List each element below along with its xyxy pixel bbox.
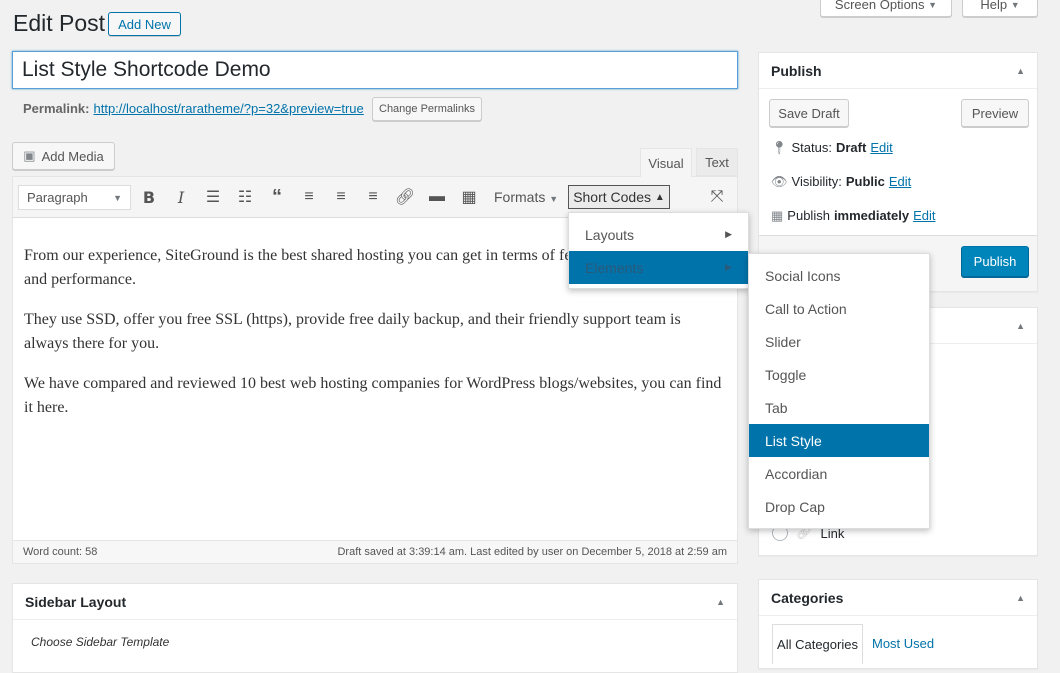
collapse-icon[interactable]: ▲ (1016, 593, 1025, 603)
bullet-list-icon[interactable]: ☰ (202, 186, 224, 208)
page-title: Edit Post (13, 10, 106, 36)
visibility-value: Public (845, 174, 885, 189)
add-media-button[interactable]: ▣ Add Media (12, 142, 115, 170)
menu-item-layouts[interactable]: Layouts ▶ (569, 218, 748, 251)
submenu-item[interactable]: Slider (749, 325, 929, 358)
tab-visual[interactable]: Visual (640, 148, 692, 177)
collapse-icon[interactable]: ▲ (1016, 321, 1025, 331)
add-new-button[interactable]: Add New (108, 12, 181, 36)
save-draft-button[interactable]: Save Draft (769, 99, 849, 127)
menu-item-label: Elements (585, 259, 644, 276)
word-count: Word count: 58 (23, 546, 98, 558)
submenu-item[interactable]: Call to Action (749, 292, 929, 325)
tab-most-used[interactable]: Most Used (872, 636, 934, 651)
link-icon[interactable]: 🔗︎ (394, 186, 416, 208)
submenu-item-selected[interactable]: List Style (749, 424, 929, 457)
preview-button[interactable]: Preview (961, 99, 1029, 127)
schedule-value: immediately (833, 208, 910, 223)
edit-status-link[interactable]: Edit (870, 140, 892, 156)
add-media-label: Add Media (41, 148, 104, 164)
sidebar-layout-box: Sidebar Layout ▲ Choose Sidebar Template (12, 583, 738, 673)
autosave-status: Draft saved at 3:39:14 am. Last edited b… (337, 546, 727, 558)
numbered-list-icon[interactable]: ☷ (234, 186, 256, 208)
choose-sidebar-label: Choose Sidebar Template (31, 635, 170, 649)
tab-all-categories[interactable]: All Categories (772, 624, 863, 664)
permalink-label: Permalink: (23, 101, 90, 116)
formats-label: Formats (494, 189, 546, 205)
caret-down-icon: ▼ (549, 194, 559, 204)
editor-footer: Word count: 58 Draft saved at 3:39:14 am… (13, 540, 737, 563)
formats-dropdown[interactable]: Formats ▼ (494, 189, 558, 205)
media-icon: ▣ (23, 148, 36, 163)
schedule-label: Publish (787, 208, 830, 223)
menu-item-elements[interactable]: Elements ▶ (569, 251, 748, 284)
screen-options-label: Screen Options (834, 0, 925, 12)
sidebar-layout-header[interactable]: Sidebar Layout ▲ (13, 584, 737, 620)
toolbar-toggle-icon[interactable]: ▦ (458, 186, 480, 208)
help-button[interactable]: Help ▼ (962, 0, 1038, 17)
visibility-label: Visibility: (791, 174, 842, 189)
calendar-icon: ▦ (771, 208, 784, 223)
tab-text[interactable]: Text (696, 148, 738, 176)
fullscreen-icon[interactable]: ⤧ (706, 186, 728, 208)
paragraph: We have compared and reviewed 10 best we… (24, 375, 722, 416)
italic-icon[interactable]: I (170, 186, 192, 208)
categories-box: Categories ▲ All Categories Most Used (758, 579, 1038, 669)
short-codes-label: Short Codes (573, 189, 652, 205)
bold-icon[interactable]: B (138, 186, 160, 208)
sidebar-layout-title: Sidebar Layout (25, 593, 127, 610)
read-more-icon[interactable]: ▬ (426, 186, 448, 208)
publish-title: Publish (771, 62, 822, 79)
caret-down-icon: ▼ (928, 0, 938, 10)
submenu-item[interactable]: Accordian (749, 457, 929, 490)
categories-title: Categories (771, 589, 844, 606)
submenu-item[interactable]: Toggle (749, 358, 929, 391)
collapse-icon[interactable]: ▲ (1016, 66, 1025, 76)
align-center-icon[interactable]: ≡ (330, 186, 352, 208)
format-select-value: Paragraph (27, 190, 88, 205)
short-codes-menu: Layouts ▶ Elements ▶ (568, 212, 749, 289)
submenu-item[interactable]: Drop Cap (749, 490, 929, 523)
short-codes-dropdown[interactable]: Short Codes ▲ (568, 185, 670, 209)
align-left-icon[interactable]: ≡ (298, 186, 320, 208)
format-select[interactable]: Paragraph ▼ (18, 185, 131, 210)
schedule-row: ▦ Publish immediately Edit (771, 208, 936, 224)
status-label: Status: (791, 140, 832, 155)
status-value: Draft (835, 140, 867, 155)
caret-up-icon: ▲ (654, 191, 665, 203)
post-title-input[interactable]: List Style Shortcode Demo (12, 51, 738, 89)
status-row: 📍︎ Status: Draft Edit (771, 140, 893, 156)
categories-box-header[interactable]: Categories ▲ (759, 580, 1037, 616)
caret-right-icon: ▶ (725, 229, 732, 239)
eye-icon: 👁︎ (771, 174, 788, 189)
submenu-item[interactable]: Tab (749, 391, 929, 424)
collapse-icon[interactable]: ▲ (716, 597, 725, 607)
screen-options-button[interactable]: Screen Options ▼ (820, 0, 952, 17)
help-label: Help (980, 0, 1008, 12)
caret-down-icon: ▼ (113, 192, 122, 203)
paragraph: They use SSD, offer you free SSL (https)… (24, 311, 681, 352)
elements-submenu: Social Icons Call to Action Slider Toggl… (748, 253, 930, 529)
menu-item-label: Layouts (585, 226, 635, 243)
change-permalinks-button[interactable]: Change Permalinks (372, 97, 482, 121)
align-right-icon[interactable]: ≡ (362, 186, 384, 208)
publish-box-header[interactable]: Publish ▲ (759, 53, 1037, 89)
visibility-row: 👁︎ Visibility: Public Edit (771, 174, 911, 190)
pin-icon: 📍︎ (771, 140, 788, 155)
caret-down-icon: ▼ (1010, 0, 1020, 10)
publish-button[interactable]: Publish (961, 246, 1029, 277)
submenu-item[interactable]: Social Icons (749, 259, 929, 292)
permalink-row: Permalink: http://localhost/raratheme/?p=… (23, 101, 364, 116)
blockquote-icon[interactable]: “ (266, 186, 288, 208)
edit-visibility-link[interactable]: Edit (889, 174, 911, 190)
edit-schedule-link[interactable]: Edit (913, 208, 935, 224)
permalink-link[interactable]: http://localhost/raratheme/?p=32&preview… (93, 101, 363, 116)
caret-right-icon: ▶ (725, 262, 732, 272)
